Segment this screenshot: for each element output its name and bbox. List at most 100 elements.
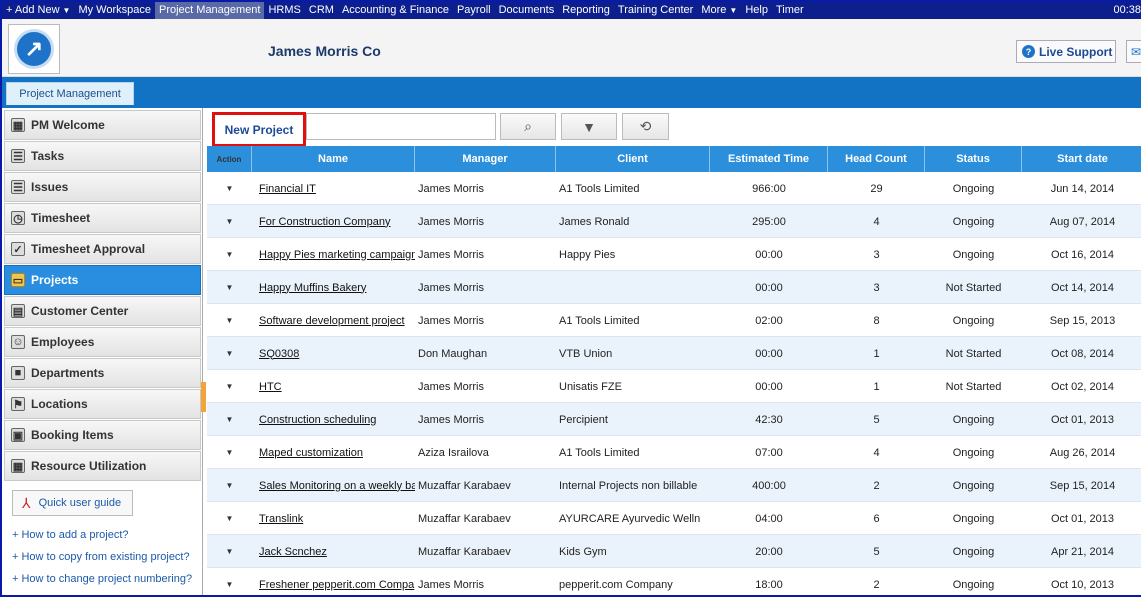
top-menu-item-label: More bbox=[701, 4, 727, 16]
table-row: ▼ Translink Muzaffar Karabaev AYURCARE Ayur… bbox=[207, 502, 1141, 535]
project-link[interactable]: Financial IT bbox=[259, 183, 316, 195]
sidebar-item[interactable]: ✓ Timesheet Approval bbox=[4, 234, 201, 264]
top-menu-item[interactable]: Timer bbox=[772, 2, 808, 19]
top-menu-item[interactable]: CRM bbox=[305, 2, 338, 19]
search-button[interactable]: ⌕ bbox=[500, 113, 556, 140]
project-link[interactable]: Freshener pepperit.com Compa bbox=[259, 579, 414, 591]
sidebar-item[interactable]: ☰ Tasks bbox=[4, 141, 201, 171]
table-row: ▼ Maped customization Aziza Israilova A1 To… bbox=[207, 436, 1141, 469]
cell-head-count: 1 bbox=[873, 380, 880, 393]
row-action-dropdown[interactable]: ▼ bbox=[207, 502, 252, 535]
sidebar-item[interactable]: ⚑ Locations bbox=[4, 389, 201, 419]
cell-manager: Aziza Israilova bbox=[418, 446, 489, 459]
table-row: ▼ Financial IT James Morris A1 Tools Limite… bbox=[207, 172, 1141, 205]
cell-name: Sales Monitoring on a weekly ba bbox=[252, 469, 415, 502]
row-action-dropdown[interactable]: ▼ bbox=[207, 172, 252, 205]
issues-icon: ☰ bbox=[11, 180, 25, 194]
sidebar-item[interactable]: ▦ Resource Utilization bbox=[4, 451, 201, 481]
top-menu-item-label: Payroll bbox=[456, 4, 491, 16]
project-link[interactable]: Maped customization bbox=[259, 447, 363, 459]
help-link-project-numbering[interactable]: + How to change project numbering? bbox=[12, 573, 192, 585]
top-menu-item[interactable]: More ▼ bbox=[697, 2, 741, 19]
row-action-dropdown[interactable]: ▼ bbox=[207, 271, 252, 304]
row-action-dropdown[interactable]: ▼ bbox=[207, 370, 252, 403]
sidebar-item[interactable]: ☰ Issues bbox=[4, 172, 201, 202]
cell-manager: James Morris bbox=[418, 314, 485, 327]
row-action-dropdown[interactable]: ▼ bbox=[207, 469, 252, 502]
sidebar-item-label: Projects bbox=[31, 273, 79, 287]
cell-name: Happy Pies marketing campaign bbox=[252, 238, 415, 271]
top-menu-item[interactable]: + Add New ▼ bbox=[2, 2, 74, 19]
cell-status: Not Started bbox=[945, 281, 1002, 294]
approval-icon: ✓ bbox=[11, 242, 25, 256]
column-header-head-count[interactable]: Head Count bbox=[828, 146, 925, 172]
table-row: ▼ Happy Muffins Bakery James Morris 00:00 3 N… bbox=[207, 271, 1141, 304]
chevron-down-icon: ▼ bbox=[225, 580, 234, 589]
refresh-button[interactable]: ⟲ bbox=[622, 113, 669, 140]
top-menu-item[interactable]: Reporting bbox=[558, 2, 614, 19]
column-header-status[interactable]: Status bbox=[925, 146, 1022, 172]
new-project-button[interactable]: New Project bbox=[212, 112, 306, 147]
top-menu-item[interactable]: Project Management bbox=[154, 2, 265, 19]
row-action-dropdown[interactable]: ▼ bbox=[207, 337, 252, 370]
column-header-client[interactable]: Client bbox=[556, 146, 710, 172]
top-menu-item[interactable]: My Workspace bbox=[74, 2, 155, 19]
help-link-copy-project[interactable]: + How to copy from existing project? bbox=[12, 551, 190, 563]
help-link-add-project[interactable]: + How to add a project? bbox=[12, 529, 129, 541]
top-menu-item-label: Documents bbox=[498, 4, 555, 16]
cell-estimated-time: 20:00 bbox=[755, 545, 783, 558]
table-row: ▼ SQ0308 Don Maughan VTB Union 00:00 1 Not Sta… bbox=[207, 337, 1141, 370]
cell-client: Percipient bbox=[559, 413, 608, 426]
cell-start-date: Sep 15, 2013 bbox=[1049, 314, 1116, 327]
cell-manager: Muzaffar Karabaev bbox=[418, 512, 511, 525]
project-link[interactable]: For Construction Company bbox=[259, 216, 390, 228]
filter-button[interactable]: ▼ bbox=[561, 113, 617, 140]
top-menu-item[interactable]: Training Center bbox=[614, 2, 697, 19]
project-link[interactable]: SQ0308 bbox=[259, 348, 299, 360]
top-menu-item[interactable]: Documents bbox=[495, 2, 559, 19]
sidebar-item[interactable]: ☺ Employees bbox=[4, 327, 201, 357]
project-link[interactable]: Sales Monitoring on a weekly ba bbox=[259, 480, 415, 492]
search-input[interactable] bbox=[306, 113, 496, 140]
column-header-manager[interactable]: Manager bbox=[415, 146, 556, 172]
sidebar-item[interactable]: ▭ Projects bbox=[4, 265, 201, 295]
live-support-button[interactable]: ? Live Support bbox=[1016, 40, 1116, 63]
column-header-name[interactable]: Name bbox=[252, 146, 415, 172]
project-link[interactable]: Jack Scnchez bbox=[259, 546, 327, 558]
cell-client: Kids Gym bbox=[559, 545, 607, 558]
project-link[interactable]: Happy Pies marketing campaign bbox=[259, 249, 415, 261]
cell-name: For Construction Company bbox=[252, 205, 415, 238]
row-action-dropdown[interactable]: ▼ bbox=[207, 205, 252, 238]
sidebar-item[interactable]: ▤ Customer Center bbox=[4, 296, 201, 326]
sidebar-item[interactable]: ■ Departments bbox=[4, 358, 201, 388]
row-action-dropdown[interactable]: ▼ bbox=[207, 436, 252, 469]
app-logo[interactable]: ↗ bbox=[8, 24, 60, 74]
top-menu-item[interactable]: Accounting & Finance bbox=[338, 2, 453, 19]
tab-strip: Project Management bbox=[2, 77, 1141, 105]
sidebar-item[interactable]: ▦ PM Welcome bbox=[4, 110, 201, 140]
top-menu-item[interactable]: Help bbox=[741, 2, 772, 19]
project-link[interactable]: HTC bbox=[259, 381, 282, 393]
sidebar-item[interactable]: ▣ Booking Items bbox=[4, 420, 201, 450]
top-menu-item[interactable]: HRMS bbox=[264, 2, 304, 19]
row-action-dropdown[interactable]: ▼ bbox=[207, 568, 252, 595]
booking-icon: ▣ bbox=[11, 428, 25, 442]
row-action-dropdown[interactable]: ▼ bbox=[207, 304, 252, 337]
cell-head-count: 5 bbox=[873, 413, 880, 426]
column-header-estimated-time[interactable]: Estimated Time bbox=[710, 146, 828, 172]
row-action-dropdown[interactable]: ▼ bbox=[207, 403, 252, 436]
project-link[interactable]: Happy Muffins Bakery bbox=[259, 282, 366, 294]
project-link[interactable]: Construction scheduling bbox=[259, 414, 376, 426]
project-link[interactable]: Software development project bbox=[259, 315, 405, 327]
sidebar-item[interactable]: ◷ Timesheet bbox=[4, 203, 201, 233]
mail-button[interactable]: ✉ bbox=[1126, 40, 1141, 63]
column-header-start-date[interactable]: Start date bbox=[1022, 146, 1141, 172]
row-action-dropdown[interactable]: ▼ bbox=[207, 238, 252, 271]
quick-user-guide-button[interactable]: ⅄ Quick user guide bbox=[12, 490, 133, 516]
top-menu-item[interactable]: Payroll bbox=[453, 2, 495, 19]
row-action-dropdown[interactable]: ▼ bbox=[207, 535, 252, 568]
project-link[interactable]: Translink bbox=[259, 513, 303, 525]
sidebar-splitter-handle[interactable] bbox=[201, 382, 206, 412]
tab-project-management[interactable]: Project Management bbox=[6, 82, 134, 105]
cell-head-count: 1 bbox=[873, 347, 880, 360]
